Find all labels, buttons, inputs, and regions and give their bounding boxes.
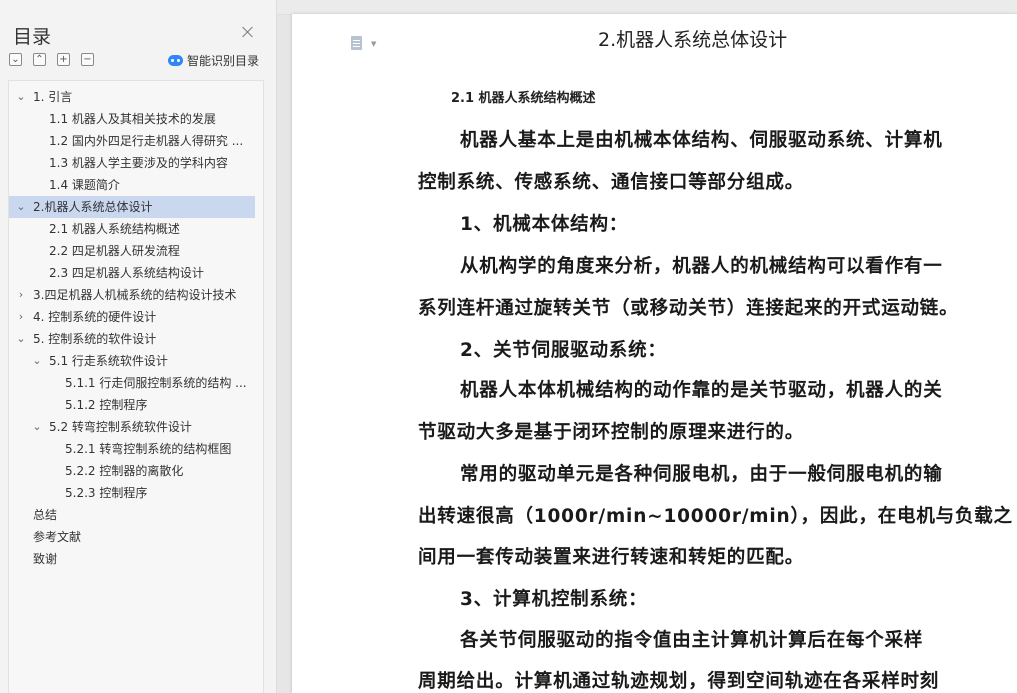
- toc-item-acknowledgements[interactable]: 致谢: [9, 548, 255, 570]
- toc-item-label: 5.2 转弯控制系统软件设计: [49, 420, 192, 434]
- paragraph-line: 间用一套传动装置来进行转速和转矩的匹配。: [418, 547, 805, 568]
- paragraph-line: 机器人本体机械结构的动作靠的是关节驱动，机器人的关: [460, 380, 943, 401]
- outline-title: 目录: [13, 26, 52, 48]
- toc-item-label: 参考文献: [33, 530, 82, 544]
- outline-panel: 目录 ⌄ ⌃ + − 智能识别目录 ⌄ 1. 引言 1.1 机器人及其相关技术的…: [0, 0, 277, 693]
- toc-item-5-1-1[interactable]: 5.1.1 行走伺服控制系统的结构 ...: [9, 372, 255, 394]
- chevron-down-icon[interactable]: ⌄: [31, 416, 43, 438]
- toc-item-references[interactable]: 参考文献: [9, 526, 255, 548]
- paragraph-line: 周期给出。计算机通过轨迹规划，得到空间轨迹在各采样时刻: [418, 671, 940, 692]
- toc-item-5-1-2[interactable]: 5.1.2 控制程序: [9, 394, 255, 416]
- paragraph-line: 常用的驱动单元是各种伺服电机，由于一般伺服电机的输: [460, 464, 943, 485]
- document-icon[interactable]: [351, 36, 362, 50]
- toc-item-2-1[interactable]: 2.1 机器人系统结构概述: [9, 218, 255, 240]
- chevron-down-icon[interactable]: ⌄: [15, 196, 27, 218]
- ai-icon: [168, 55, 183, 66]
- toc-item-2-3[interactable]: 2.3 四足机器人系统结构设计: [9, 262, 255, 284]
- outline-tree: ⌄ 1. 引言 1.1 机器人及其相关技术的发展 1.2 国内外四足行走机器人得…: [8, 80, 264, 693]
- caret-down-icon[interactable]: ▼: [371, 40, 376, 48]
- toc-item-label: 2.机器人系统总体设计: [33, 200, 153, 214]
- toc-item-4[interactable]: › 4. 控制系统的硬件设计: [9, 306, 255, 328]
- paragraph-line: 出转速很高（1000r/min~10000r/min），因此，在电机与负载之: [418, 506, 1013, 527]
- toc-item-summary[interactable]: 总结: [9, 504, 255, 526]
- collapse-all-icon[interactable]: ⌄: [9, 53, 22, 66]
- toc-item-label: 1.4 课题简介: [49, 178, 120, 192]
- toc-item-label: 5.1.1 行走伺服控制系统的结构 ...: [65, 376, 247, 390]
- section-heading: 2.1 机器人系统结构概述: [451, 91, 596, 106]
- toc-item-5-2[interactable]: ⌄ 5.2 转弯控制系统软件设计: [9, 416, 255, 438]
- toc-item-1[interactable]: ⌄ 1. 引言: [9, 86, 255, 108]
- toc-item-label: 2.3 四足机器人系统结构设计: [49, 266, 204, 280]
- toc-item-5-2-3[interactable]: 5.2.3 控制程序: [9, 482, 255, 504]
- chevron-down-icon[interactable]: ⌄: [31, 350, 43, 372]
- chevron-right-icon[interactable]: ›: [15, 284, 27, 306]
- chevron-right-icon[interactable]: ›: [15, 306, 27, 328]
- paragraph-line: 控制系统、传感系统、通信接口等部分组成。: [418, 172, 805, 193]
- toc-item-label: 2.2 四足机器人研发流程: [49, 244, 180, 258]
- toc-item-3[interactable]: › 3.四足机器人机械系统的结构设计技术: [9, 284, 255, 306]
- expand-up-icon[interactable]: ⌃: [33, 53, 46, 66]
- document-heading: 2.机器人系统总体设计: [598, 29, 788, 51]
- toc-item-1-2[interactable]: 1.2 国内外四足行走机器人得研究 ...: [9, 130, 255, 152]
- toc-item-5-2-2[interactable]: 5.2.2 控制器的离散化: [9, 460, 255, 482]
- smart-toc-label: 智能识别目录: [187, 54, 260, 68]
- toc-item-label: 5.2.2 控制器的离散化: [65, 464, 184, 478]
- toc-item-label: 1.1 机器人及其相关技术的发展: [49, 112, 216, 126]
- toc-item-label: 5.2.3 控制程序: [65, 486, 148, 500]
- add-level-icon[interactable]: +: [57, 53, 70, 66]
- toc-item-5[interactable]: ⌄ 5. 控制系统的软件设计: [9, 328, 255, 350]
- smart-toc-button[interactable]: 智能识别目录: [168, 52, 259, 69]
- toc-item-5-1[interactable]: ⌄ 5.1 行走系统软件设计: [9, 350, 255, 372]
- toc-item-label: 致谢: [33, 552, 58, 566]
- chevron-down-icon[interactable]: ⌄: [15, 328, 27, 350]
- chevron-down-icon[interactable]: ⌄: [15, 86, 27, 108]
- paragraph-line: 3、计算机控制系统：: [460, 589, 648, 610]
- toc-item-2-2[interactable]: 2.2 四足机器人研发流程: [9, 240, 255, 262]
- toc-item-5-2-1[interactable]: 5.2.1 转弯控制系统的结构框图: [9, 438, 255, 460]
- toc-item-2-selected[interactable]: ⌄ 2.机器人系统总体设计: [9, 196, 255, 218]
- paragraph-line: 各关节伺服驱动的指令值由主计算机计算后在每个采样: [460, 630, 924, 651]
- document-page[interactable]: ▼ 2.机器人系统总体设计 2.1 机器人系统结构概述 机器人基本上是由机械本体…: [292, 14, 1017, 693]
- remove-level-icon[interactable]: −: [81, 53, 94, 66]
- paragraph-line: 系列连杆通过旋转关节（或移动关节）连接起来的开式运动链。: [418, 298, 959, 319]
- toc-item-1-4[interactable]: 1.4 课题简介: [9, 174, 255, 196]
- paragraph-line: 机器人基本上是由机械本体结构、伺服驱动系统、计算机: [460, 130, 943, 151]
- paragraph-line: 1、机械本体结构：: [460, 214, 629, 235]
- toc-item-label: 4. 控制系统的硬件设计: [33, 310, 157, 324]
- toc-item-label: 5.2.1 转弯控制系统的结构框图: [65, 442, 232, 456]
- paragraph-line: 节驱动大多是基于闭环控制的原理来进行的。: [418, 422, 805, 443]
- toc-item-label: 1.3 机器人学主要涉及的学科内容: [49, 156, 228, 170]
- paragraph-line: 2、关节伺服驱动系统：: [460, 340, 667, 361]
- toc-item-1-1[interactable]: 1.1 机器人及其相关技术的发展: [9, 108, 255, 130]
- toc-item-label: 3.四足机器人机械系统的结构设计技术: [33, 288, 237, 302]
- toc-item-label: 5.1 行走系统软件设计: [49, 354, 168, 368]
- paragraph-line: 从机构学的角度来分析，机器人的机械结构可以看作有一: [460, 256, 943, 277]
- toc-item-label: 1.2 国内外四足行走机器人得研究 ...: [49, 134, 244, 148]
- ruler-strip: [277, 0, 1017, 15]
- close-icon[interactable]: [240, 24, 256, 40]
- toc-item-label: 总结: [33, 508, 58, 522]
- toc-item-label: 5. 控制系统的软件设计: [33, 332, 157, 346]
- toc-item-label: 5.1.2 控制程序: [65, 398, 148, 412]
- toc-item-1-3[interactable]: 1.3 机器人学主要涉及的学科内容: [9, 152, 255, 174]
- toc-item-label: 1. 引言: [33, 90, 73, 104]
- toc-item-label: 2.1 机器人系统结构概述: [49, 222, 180, 236]
